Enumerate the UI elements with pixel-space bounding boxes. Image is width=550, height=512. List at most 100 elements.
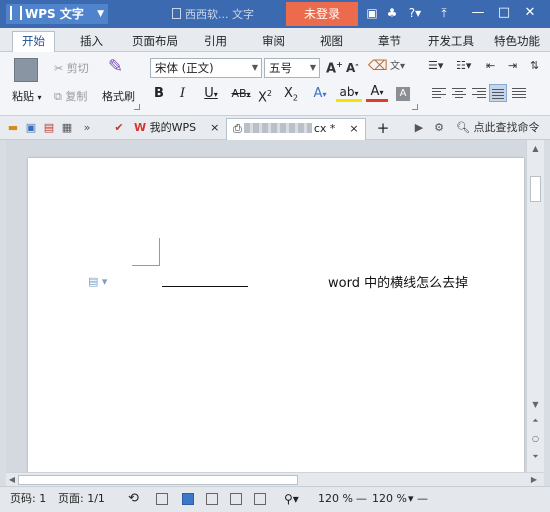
chevron-down-icon: ▼ [97,9,104,19]
char-shading-icon[interactable]: A [396,87,410,101]
app-name: WPS 文字 [25,7,84,21]
print-icon[interactable]: ▦ [60,121,74,135]
vertical-scrollbar[interactable]: ▲ ▼ ⏶ ○ ⏷ [526,140,544,472]
wps-logo-icon: W [134,121,147,134]
eye-protection-icon[interactable]: ⚲▾ [284,487,299,511]
subscript-icon[interactable]: X2 [284,84,298,104]
page-number[interactable]: 页码: 1 [10,487,46,511]
horizontal-rule[interactable] [162,286,248,287]
tab-my-wps[interactable]: W 我的WPS × [134,118,219,140]
font-launcher-icon[interactable] [412,104,418,110]
format-painter-button[interactable]: 格式刷 [102,88,135,104]
revision-history-icon[interactable]: ⟲ [128,487,139,511]
chevron-down-icon[interactable]: ▼ [527,398,544,412]
help-icon[interactable]: ?▾ [404,5,426,21]
reading-view-icon[interactable] [230,493,242,505]
fullscreen-icon[interactable] [156,493,168,505]
paragraph-layout-icon[interactable]: ▤ ▾ [88,275,107,288]
strikethrough-icon[interactable]: AB▾ [228,84,254,104]
tab-special[interactable]: 特色功能 [494,32,540,52]
vertical-scroll-thumb[interactable] [530,176,541,202]
copy-button[interactable]: ⧉ 复制 [54,88,87,104]
previous-page-icon[interactable]: ⏶ [527,414,544,428]
next-page-icon[interactable]: ⏷ [527,450,544,464]
paste-icon[interactable] [14,58,38,82]
tab-page-layout[interactable]: 页面布局 [132,32,178,52]
chevron-down-icon: ▼ [309,63,316,72]
decrease-indent-icon[interactable]: ⇤ [486,59,495,72]
document-page[interactable]: ▤ ▾ word 中的横线怎么去掉 [28,158,524,472]
format-painter-icon[interactable]: ✎ [108,56,128,78]
chevron-left-icon[interactable]: ◀ [6,473,18,487]
minimize-button[interactable]: — [468,4,488,22]
tab-developer[interactable]: 开发工具 [428,32,474,52]
highlight-icon[interactable]: ab▾ [336,84,362,102]
document-list-icon[interactable]: ▶ [412,121,426,135]
increase-indent-icon[interactable]: ⇥ [508,59,517,72]
justify-icon[interactable] [489,84,507,102]
clear-format-icon[interactable]: ⌫ [368,58,388,74]
close-button[interactable]: ✕ [520,4,540,22]
chevron-up-icon[interactable]: ▲ [527,142,544,156]
web-view-icon[interactable] [254,493,266,505]
tab-insert[interactable]: 插入 [80,32,103,52]
tab-home[interactable]: 开始 [12,31,55,53]
page-count[interactable]: 页面: 1/1 [58,487,105,511]
clipboard-launcher-icon[interactable] [134,104,140,110]
horizontal-scrollbar[interactable]: ◀ ▶ [6,472,544,486]
superscript-icon[interactable]: X2 [258,84,272,105]
zoom-slider-icon[interactable]: ▾ — [408,487,428,511]
document-text[interactable]: word 中的横线怎么去掉 [328,272,468,291]
export-pdf-icon[interactable]: ▤ [42,121,56,135]
cut-button[interactable]: ✂ 剪切 [54,60,89,76]
app-menu-button[interactable]: WPS 文字 ▼ [6,4,108,24]
close-icon[interactable]: × [210,121,219,134]
tab-references[interactable]: 引用 [204,32,227,52]
login-button[interactable]: 未登录 [286,2,358,26]
zoom-level[interactable]: 120 % [318,487,353,511]
underline-icon[interactable]: U▾ [200,84,222,104]
bold-icon[interactable]: B [154,84,164,104]
zoom-slider-value[interactable]: 120 % [372,487,407,511]
tab-review[interactable]: 审阅 [262,32,285,52]
tab-sections[interactable]: 章节 [378,32,401,52]
paste-button[interactable]: 粘贴 ▾ [12,88,42,104]
tab-active-document[interactable]: ⎙ cx * × [226,118,366,140]
maximize-button[interactable]: □ [494,4,514,22]
settings-icon[interactable]: ⚙ [432,121,446,135]
align-center-icon[interactable] [452,86,466,100]
italic-icon[interactable]: I [180,84,185,104]
more-icon[interactable]: » [80,121,94,135]
save-icon[interactable]: ▣ [24,121,38,135]
restore-ribbon-icon[interactable]: ⤒ [436,5,452,21]
bullets-icon[interactable]: ☰▾ [428,59,443,72]
tab-view[interactable]: 视图 [320,32,343,52]
page-view-icon[interactable] [182,493,194,505]
document-tab-strip: ▬ ▣ ▤ ▦ » ✔ W 我的WPS × ⎙ cx * × + ▶ ⚙ 🔍︎ 点此查… [0,116,550,140]
shrink-font-icon[interactable]: A- [346,60,359,75]
new-tab-icon[interactable]: + [376,121,390,136]
text-effect-icon[interactable]: A▾ [310,84,330,104]
numbering-icon[interactable]: ☷▾ [456,59,471,72]
align-left-icon[interactable] [432,86,446,100]
command-search[interactable]: 🔍︎ 点此查找命令 [456,119,539,137]
font-name-select[interactable]: 宋体 (正文) ▼ [150,58,262,78]
open-folder-icon[interactable]: ▬ [6,121,20,135]
skin-icon[interactable]: ▣ [364,5,380,21]
zoom-out-icon[interactable]: — [356,487,367,511]
distributed-icon[interactable] [512,86,526,100]
sort-icon[interactable]: ⇅ [530,59,539,72]
horizontal-scroll-thumb[interactable] [18,475,298,485]
chevron-right-icon[interactable]: ▶ [528,473,540,487]
font-color-icon[interactable]: A▾ [366,84,388,102]
font-size-select[interactable]: 五号 ▼ [264,58,320,78]
close-icon[interactable]: × [349,122,358,135]
grow-font-icon[interactable]: A+ [326,60,343,76]
search-icon: 🔍︎ [456,121,470,134]
shirt-icon[interactable]: ♣ [384,5,400,21]
phonetic-guide-icon[interactable]: 文▾ [390,57,405,72]
align-right-icon[interactable] [472,86,486,100]
pin-icon[interactable]: ✔ [112,121,126,135]
select-browse-icon[interactable]: ○ [527,432,544,446]
outline-view-icon[interactable] [206,493,218,505]
